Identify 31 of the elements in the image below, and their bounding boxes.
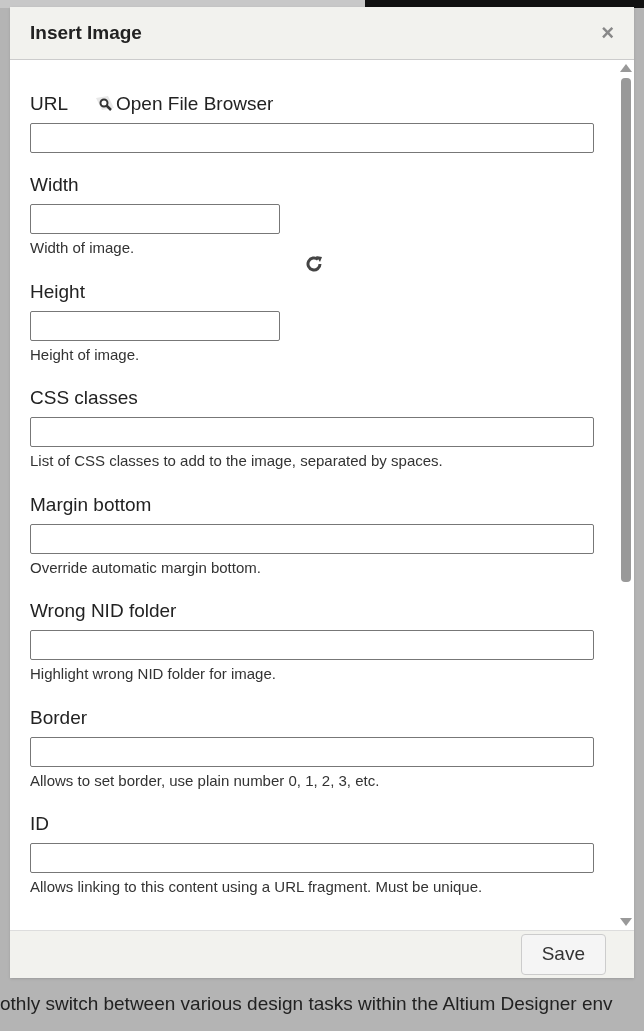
text-field[interactable] — [30, 417, 594, 447]
file-browser-link[interactable]: Open File Browser — [94, 92, 274, 116]
help-text: Highlight wrong NID folder for image. — [30, 664, 277, 684]
text-field[interactable] — [30, 523, 594, 554]
text-field[interactable] — [30, 630, 594, 660]
help-text: Width of image. — [30, 238, 136, 258]
text-field[interactable] — [30, 843, 594, 873]
help-text: Allows to set border, use plain number 0, 1, 2, 3, etc. — [30, 770, 381, 791]
field-label: URL — [30, 92, 68, 116]
help-text: Override automatic margin bottom. — [30, 557, 262, 578]
help-text: Allows linking to this content using a URL fragment. Must be unique. — [30, 877, 484, 897]
field-label: Width — [30, 173, 79, 197]
scrollbar-thumb[interactable] — [621, 78, 631, 582]
field-label: Wrong NID folder — [30, 599, 177, 623]
help-text: Height of image. — [30, 344, 141, 365]
field-label: Border — [30, 705, 88, 730]
background-text: othly switch between various design tasks within the Altium Designer env — [0, 992, 613, 1016]
text-field[interactable] — [30, 123, 594, 153]
save-button[interactable]: Save — [520, 934, 606, 975]
text-field[interactable] — [30, 204, 280, 234]
help-text: List of CSS classes to add to the image, separated by spaces. — [30, 451, 444, 471]
dialog-title: Insert Image — [30, 20, 142, 45]
field-label: Height — [30, 279, 85, 304]
text-field[interactable] — [30, 310, 280, 341]
field-label: Margin bottom — [30, 492, 152, 517]
field-label: ID — [30, 812, 49, 836]
field-label: CSS classes — [30, 386, 138, 410]
refresh-icon — [306, 255, 323, 273]
scroll-down-icon[interactable] — [620, 918, 632, 926]
scroll-up-icon[interactable] — [620, 64, 632, 72]
text-field[interactable] — [30, 736, 594, 767]
